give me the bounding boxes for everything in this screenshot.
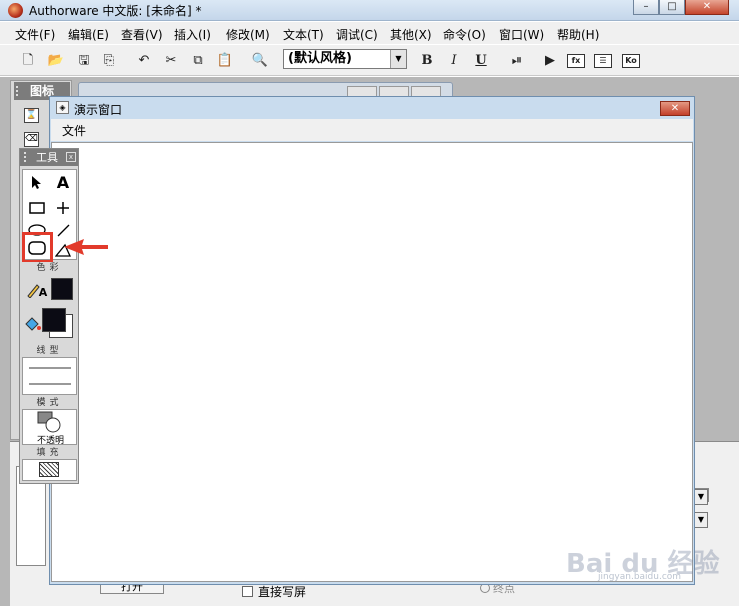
grip-icon[interactable] xyxy=(16,86,20,96)
presentation-window-title: 演示窗口 xyxy=(74,103,123,117)
text-color-icon: A xyxy=(38,285,48,299)
new-file-icon[interactable]: 🗋 xyxy=(18,52,38,70)
paste-icon[interactable]: 📋 xyxy=(215,52,235,70)
undo-icon[interactable]: ↶ xyxy=(134,52,154,70)
rectangle-icon xyxy=(29,202,45,214)
open-file-icon[interactable]: 📂 xyxy=(46,52,66,70)
wait-icon[interactable]: ⌛ xyxy=(24,108,39,123)
direct-to-screen-checkbox[interactable] xyxy=(242,586,253,597)
menu-text[interactable]: 文本(T) xyxy=(283,26,324,43)
menu-file[interactable]: 文件(F) xyxy=(15,26,55,43)
chevron-down-icon[interactable]: ▼ xyxy=(694,489,708,505)
menu-other[interactable]: 其他(X) xyxy=(390,26,432,43)
opaque-mode-icon xyxy=(37,411,61,433)
menu-debug[interactable]: 调试(C) xyxy=(336,26,378,43)
red-arrow-icon xyxy=(64,239,108,255)
knowledge-objects-icon[interactable]: Ko xyxy=(622,54,640,68)
presentation-menu-bar xyxy=(51,119,693,141)
mode-value: 不透明 xyxy=(36,436,64,446)
menu-window[interactable]: 窗口(W) xyxy=(499,26,544,43)
italic-button[interactable]: I xyxy=(444,52,464,70)
text-style-value: (默认风格) xyxy=(288,51,352,66)
restart-icon[interactable]: ⏯ xyxy=(507,52,527,70)
text-style-select[interactable]: (默认风格) ▼ xyxy=(283,49,407,69)
rounded-rectangle-highlight xyxy=(22,232,53,263)
text-tool[interactable]: A xyxy=(53,172,73,192)
erase-icon[interactable]: ⌫ xyxy=(24,132,39,147)
paint-bucket-icon[interactable] xyxy=(22,314,42,334)
presentation-close-button[interactable]: ✕ xyxy=(660,101,690,116)
minimize-button[interactable]: – xyxy=(633,0,659,15)
menu-view[interactable]: 查看(V) xyxy=(121,26,163,43)
menu-edit[interactable]: 编辑(E) xyxy=(68,26,109,43)
menu-command[interactable]: 命令(O) xyxy=(443,26,486,43)
rectangle-tool[interactable] xyxy=(27,198,47,218)
fill-pattern-icon[interactable] xyxy=(39,462,59,477)
bold-button[interactable]: B xyxy=(417,52,437,70)
menu-modify[interactable]: 修改(M) xyxy=(226,26,270,43)
copy-icon[interactable]: ⧉ xyxy=(188,52,208,70)
variables-icon[interactable]: ☰ xyxy=(594,54,612,68)
title-bar: Authorware 中文版: [未命名] * – □ ✕ xyxy=(0,0,739,21)
functions-icon[interactable]: fx xyxy=(567,54,585,68)
presentation-canvas[interactable] xyxy=(51,142,693,582)
menu-bar: 文件(F) 编辑(E) 查看(V) 插入(I) 修改(M) 文本(T) 调试(C… xyxy=(0,22,739,44)
paint-bucket-icon-svg xyxy=(25,317,41,331)
diagonal-line-icon xyxy=(57,224,70,237)
import-icon[interactable]: ⎘ xyxy=(99,52,119,70)
mode-box[interactable]: 不透明 xyxy=(22,409,77,446)
orthogonal-line-tool[interactable] xyxy=(53,198,73,218)
pointer-icon xyxy=(32,175,41,189)
foreground-color-swatch[interactable] xyxy=(42,308,66,332)
authorware-app-icon xyxy=(8,3,23,18)
find-icon[interactable]: 🔍 xyxy=(250,52,270,70)
run-icon[interactable]: ▶ xyxy=(540,52,560,70)
menu-help[interactable]: 帮助(H) xyxy=(557,26,599,43)
line-section-label: 线型 xyxy=(22,345,77,357)
grip-icon[interactable] xyxy=(24,152,27,162)
presentation-menu-file[interactable]: 文件 xyxy=(62,122,86,139)
close-icon[interactable]: x xyxy=(66,152,76,162)
watermark-url: jingyan.baidu.com xyxy=(598,572,682,582)
line-style-box[interactable] xyxy=(22,357,77,395)
maximize-button[interactable]: □ xyxy=(659,0,685,15)
save-all-icon[interactable]: 🖫 xyxy=(74,52,94,70)
menu-insert[interactable]: 插入(I) xyxy=(174,26,211,43)
presentation-window-icon: ◈ xyxy=(56,101,69,114)
direct-to-screen-label: 直接写屏 xyxy=(258,585,307,599)
line-style-icon xyxy=(29,367,71,385)
mode-section-label: 模式 xyxy=(22,397,77,409)
fill-section-label: 填充 xyxy=(22,447,77,459)
line-color-swatch[interactable] xyxy=(51,278,73,300)
plus-line-icon xyxy=(57,202,69,214)
pointer-tool[interactable] xyxy=(27,172,47,192)
chevron-down-icon[interactable]: ▼ xyxy=(694,512,708,528)
cut-icon[interactable]: ✂ xyxy=(161,52,181,70)
color-section-label: 色彩 xyxy=(22,262,77,274)
chevron-down-icon[interactable]: ▼ xyxy=(390,50,406,68)
window-title: Authorware 中文版: [未命名] * xyxy=(29,4,202,18)
close-button[interactable]: ✕ xyxy=(685,0,729,15)
underline-button[interactable]: U xyxy=(471,52,491,70)
